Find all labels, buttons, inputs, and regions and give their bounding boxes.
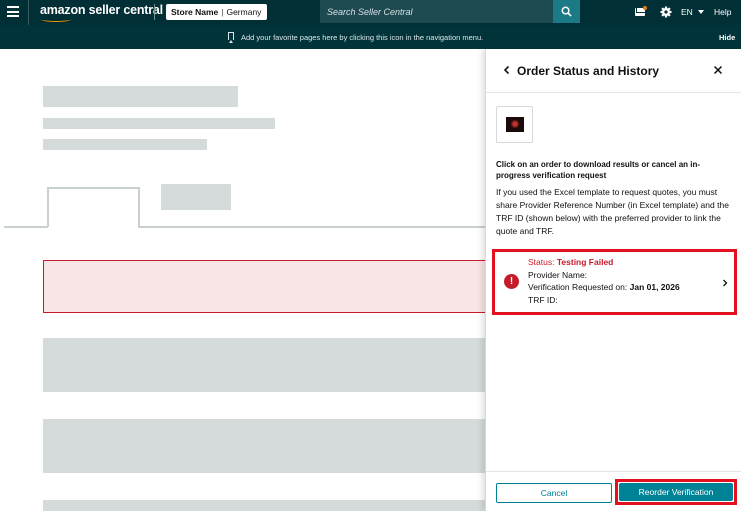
product-thumbnail [496, 106, 533, 143]
search-button[interactable] [553, 0, 580, 23]
chevron-left-icon[interactable] [501, 64, 513, 76]
instruction-heading: Click on an order to download results or… [496, 160, 701, 180]
favorites-bar: Add your favorite pages here by clicking… [0, 25, 741, 49]
language-label: EN [681, 7, 693, 17]
reorder-highlight: Reorder Verification [615, 479, 737, 505]
provider-name: Provider Name: [528, 269, 588, 280]
hide-favorites-button[interactable]: Hide [719, 33, 735, 42]
skeleton-tab-line [47, 187, 49, 227]
favorites-message: Add your favorite pages here by clicking… [241, 33, 484, 42]
store-switcher[interactable]: Store Name | Germany [166, 4, 267, 20]
mail-icon[interactable] [635, 6, 647, 16]
order-details: Status: Testing Failed Provider Name: Ve… [528, 256, 680, 306]
skeleton-block [43, 419, 488, 473]
requested-date-row: Verification Requested on: Jan 01, 2026 [528, 281, 680, 294]
store-separator: | [221, 7, 224, 17]
search-icon [561, 6, 572, 17]
skeleton-block [43, 86, 238, 107]
chevron-right-icon [723, 279, 728, 287]
skeleton-block [43, 139, 207, 150]
skeleton-block [161, 184, 231, 210]
skeleton-alert [43, 260, 488, 313]
help-link[interactable]: Help [714, 7, 731, 17]
search-bar [320, 0, 553, 23]
search-input[interactable] [327, 6, 547, 17]
panel-title: Order Status and History [517, 64, 660, 78]
close-icon[interactable] [712, 64, 724, 76]
seller-central-logo[interactable]: amazon seller central [40, 3, 163, 22]
skeleton-tab-line [138, 187, 140, 227]
order-status: Status: Testing Failed [528, 256, 680, 269]
skeleton-block [43, 500, 488, 511]
order-card[interactable]: ! Status: Testing Failed Provider Name: … [492, 249, 737, 315]
skeleton-tab-line [138, 226, 488, 228]
panel-footer: Cancel Reorder Verification [486, 471, 741, 511]
requested-date: Jan 01, 2026 [629, 282, 680, 292]
order-status-panel: Order Status and History Click on an ord… [485, 49, 741, 511]
store-name: Store Name [171, 7, 219, 17]
panel-header: Order Status and History [486, 49, 741, 93]
store-region: Germany [226, 7, 262, 17]
skeleton-tab-line [47, 187, 139, 189]
instruction-text: If you used the Excel template to reques… [496, 187, 729, 236]
requested-label: Verification Requested on: [528, 282, 628, 292]
gear-icon[interactable] [660, 6, 672, 18]
bookmark-icon [228, 32, 234, 43]
logo-text: amazon seller central [40, 3, 163, 17]
error-icon: ! [504, 274, 519, 289]
reorder-verification-button[interactable]: Reorder Verification [619, 483, 733, 501]
product-image [505, 117, 524, 132]
header-divider [28, 0, 29, 25]
notification-dot [643, 6, 647, 10]
hamburger-menu-icon[interactable] [7, 6, 19, 17]
language-selector[interactable]: EN [681, 7, 704, 17]
skeleton-tab-line [4, 226, 48, 228]
logo-smile [41, 17, 71, 22]
trf-id: TRF ID: [528, 294, 558, 305]
skeleton-block [43, 118, 275, 129]
skeleton-block [43, 338, 488, 392]
chevron-down-icon [697, 10, 704, 14]
status-value: Testing Failed [556, 257, 614, 267]
status-label: Status: [528, 257, 555, 267]
top-header: amazon seller central Store Name | Germa… [0, 0, 741, 25]
logo-separator [154, 4, 155, 20]
cancel-button[interactable]: Cancel [496, 483, 612, 503]
